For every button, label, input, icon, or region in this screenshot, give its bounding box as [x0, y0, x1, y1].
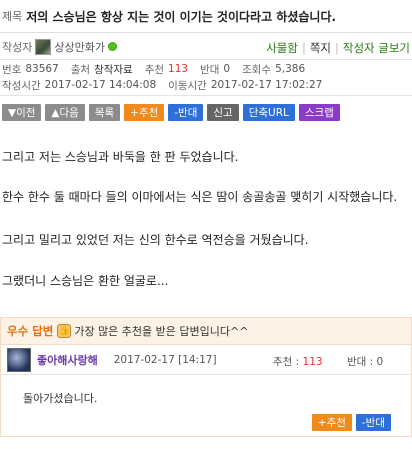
- best-reply-box: 우수 답변 👍 가장 많은 추천을 받은 답변입니다^^ 좋아해사랑해 2017…: [0, 317, 412, 437]
- reply-avatar[interactable]: [7, 347, 31, 372]
- meta-written-label: 작성시간: [2, 79, 41, 92]
- meta-divider: [0, 95, 412, 96]
- locker-link[interactable]: 사물함: [266, 40, 298, 56]
- best-reply-description: 가장 많은 추천을 받은 답변입니다^^: [74, 325, 249, 338]
- meta-recommend-value: 113: [168, 63, 189, 75]
- reply-header: 좋아해사랑해 2017-02-17 [14:17] 추천 : 113 반대 : …: [1, 345, 411, 375]
- list-button[interactable]: 목록: [88, 104, 121, 121]
- meta-written-value: 2017-02-17 14:04:08: [44, 79, 157, 91]
- short-url-button[interactable]: 단축URL: [242, 104, 295, 121]
- post-title-row: 제목 저의 스승님은 항상 지는 것이 이기는 것이다라고 하셨습니다.: [0, 0, 412, 33]
- content-paragraph: 그리고 밀리고 있었던 저는 신의 한수로 역전승을 거뒀습니다.: [2, 233, 309, 247]
- link-separator: |: [301, 41, 306, 55]
- best-reply-header: 우수 답변 👍 가장 많은 추천을 받은 답변입니다^^: [1, 318, 411, 345]
- next-button[interactable]: ▲다음: [45, 104, 85, 121]
- meta-views-value: 5,386: [275, 63, 306, 75]
- meta-number-label: 번호: [2, 63, 22, 76]
- author-nick[interactable]: 상상만화가: [54, 39, 105, 55]
- content-paragraph: 그랬더니 스승님은 환한 얼굴로...: [2, 274, 169, 288]
- title-label: 제목: [2, 10, 23, 23]
- meta-source-label: 출처: [70, 63, 91, 76]
- post-meta-row-2: 작성시간 2017-02-17 14:04:08 이동시간 2017-02-17…: [0, 78, 412, 92]
- report-button[interactable]: 신고: [207, 104, 239, 121]
- thumbs-up-icon: 👍: [57, 324, 72, 338]
- reply-date: 2017-02-17 [14:17]: [113, 353, 217, 366]
- author-avatar[interactable]: [35, 38, 52, 55]
- meta-recommend-label: 추천: [144, 63, 165, 76]
- message-link[interactable]: 쪽지: [310, 40, 331, 56]
- post-meta-row-1: 번호 83567 출처 창작자료 추천 113 반대 0 조회수 5,386: [0, 62, 412, 76]
- meta-moved-label: 이동시간: [168, 79, 207, 92]
- meta-views-label: 조회수: [242, 63, 272, 76]
- reply-recommend-count: 추천 : 113: [273, 354, 323, 369]
- post-title: 저의 스승님은 항상 지는 것이 이기는 것이다라고 하셨습니다.: [26, 9, 337, 24]
- reply-recommend-label: 추천 :: [273, 356, 300, 368]
- link-separator: |: [334, 41, 339, 55]
- author-links: 사물함 | 쪽지 | 작성자 글보기: [266, 40, 410, 56]
- online-status-icon: [107, 42, 117, 51]
- reply-body: 돌아가셨습니다.: [23, 392, 98, 405]
- reply-recommend-value: 113: [302, 356, 323, 368]
- meta-moved-value: 2017-02-17 17:02:27: [210, 79, 323, 91]
- reply-oppose-count: 반대 : 0: [347, 356, 384, 368]
- meta-oppose-label: 반대: [200, 63, 220, 76]
- best-reply-tag: 우수 답변: [7, 324, 54, 338]
- oppose-button[interactable]: -반대: [168, 104, 204, 121]
- content-paragraph: 그리고 저는 스승님과 바둑을 한 판 두었습니다.: [2, 150, 239, 164]
- reply-oppose-button[interactable]: -반대: [355, 414, 391, 431]
- prev-button[interactable]: ▼이전: [2, 104, 42, 121]
- meta-number-value: 83567: [25, 63, 59, 75]
- scrap-button[interactable]: 스크랩: [298, 104, 340, 121]
- author-label: 작성자: [2, 40, 33, 54]
- recommend-button[interactable]: +추천: [124, 104, 165, 121]
- reply-action-bar: +추천 -반대: [311, 414, 391, 431]
- reply-recommend-button[interactable]: +추천: [311, 414, 352, 431]
- meta-source-value[interactable]: 창작자료: [94, 62, 133, 77]
- content-paragraph: 한수 한수 둘 때마다 들의 이마에서는 식은 땀이 송골송골 맺히기 시작했습…: [2, 190, 398, 204]
- reply-nick[interactable]: 좋아해사랑해: [37, 352, 98, 368]
- author-row: 작성자 상상만화가 사물함 | 쪽지 | 작성자 글보기: [0, 34, 412, 60]
- post-action-bar: ▼이전 ▲다음 목록 +추천 -반대 신고 단축URL 스크랩: [2, 104, 340, 121]
- meta-oppose-value: 0: [223, 63, 231, 75]
- author-posts-link[interactable]: 작성자 글보기: [343, 40, 410, 56]
